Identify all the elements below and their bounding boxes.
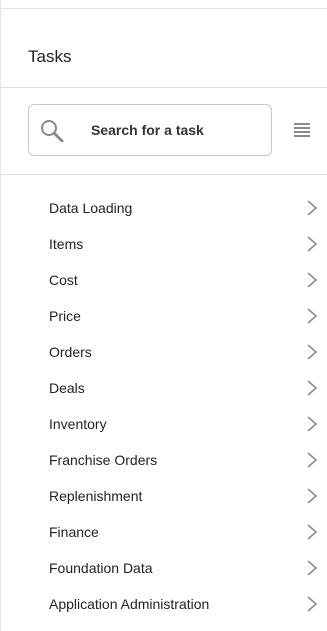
task-item-franchise-orders[interactable]: Franchise Orders xyxy=(1,442,327,478)
chevron-right-icon xyxy=(307,344,318,360)
task-label: Deals xyxy=(49,380,85,396)
chevron-right-icon xyxy=(307,308,318,324)
chevron-right-icon xyxy=(307,452,318,468)
tasks-panel: Tasks Data Loading Items Cost Price xyxy=(0,0,327,631)
panel-title: Tasks xyxy=(28,47,72,66)
chevron-right-icon xyxy=(307,488,318,504)
task-item-price[interactable]: Price xyxy=(1,298,327,334)
list-view-icon[interactable] xyxy=(294,122,310,138)
task-label: Items xyxy=(49,236,84,252)
task-label: Application Administration xyxy=(49,596,210,612)
task-item-items[interactable]: Items xyxy=(1,226,327,262)
search-box[interactable] xyxy=(28,104,272,156)
chevron-right-icon xyxy=(307,200,318,216)
task-label: Cost xyxy=(49,272,78,288)
task-item-replenishment[interactable]: Replenishment xyxy=(1,478,327,514)
task-label: Franchise Orders xyxy=(49,452,158,468)
task-list: Data Loading Items Cost Price Orders Dea… xyxy=(1,190,327,622)
search-icon xyxy=(41,120,64,143)
list-divider xyxy=(1,174,327,175)
task-label: Orders xyxy=(49,344,92,360)
chevron-right-icon xyxy=(307,524,318,540)
task-label: Inventory xyxy=(49,416,107,432)
chevron-right-icon xyxy=(307,272,318,288)
chevron-right-icon xyxy=(307,596,318,612)
header-divider xyxy=(1,87,327,88)
task-item-deals[interactable]: Deals xyxy=(1,370,327,406)
task-item-foundation-data[interactable]: Foundation Data xyxy=(1,550,327,586)
task-item-cost[interactable]: Cost xyxy=(1,262,327,298)
chevron-right-icon xyxy=(307,560,318,576)
chevron-right-icon xyxy=(307,380,318,396)
chevron-right-icon xyxy=(307,236,318,252)
task-item-inventory[interactable]: Inventory xyxy=(1,406,327,442)
task-label: Data Loading xyxy=(49,200,133,216)
task-item-finance[interactable]: Finance xyxy=(1,514,327,550)
top-divider xyxy=(1,8,327,9)
chevron-right-icon xyxy=(307,416,318,432)
search-input[interactable] xyxy=(81,105,266,155)
task-label: Price xyxy=(49,308,81,324)
task-label: Replenishment xyxy=(49,488,143,504)
task-item-orders[interactable]: Orders xyxy=(1,334,327,370)
task-label: Foundation Data xyxy=(49,560,153,576)
task-item-application-administration[interactable]: Application Administration xyxy=(1,586,327,622)
task-label: Finance xyxy=(49,524,99,540)
task-item-data-loading[interactable]: Data Loading xyxy=(1,190,327,226)
